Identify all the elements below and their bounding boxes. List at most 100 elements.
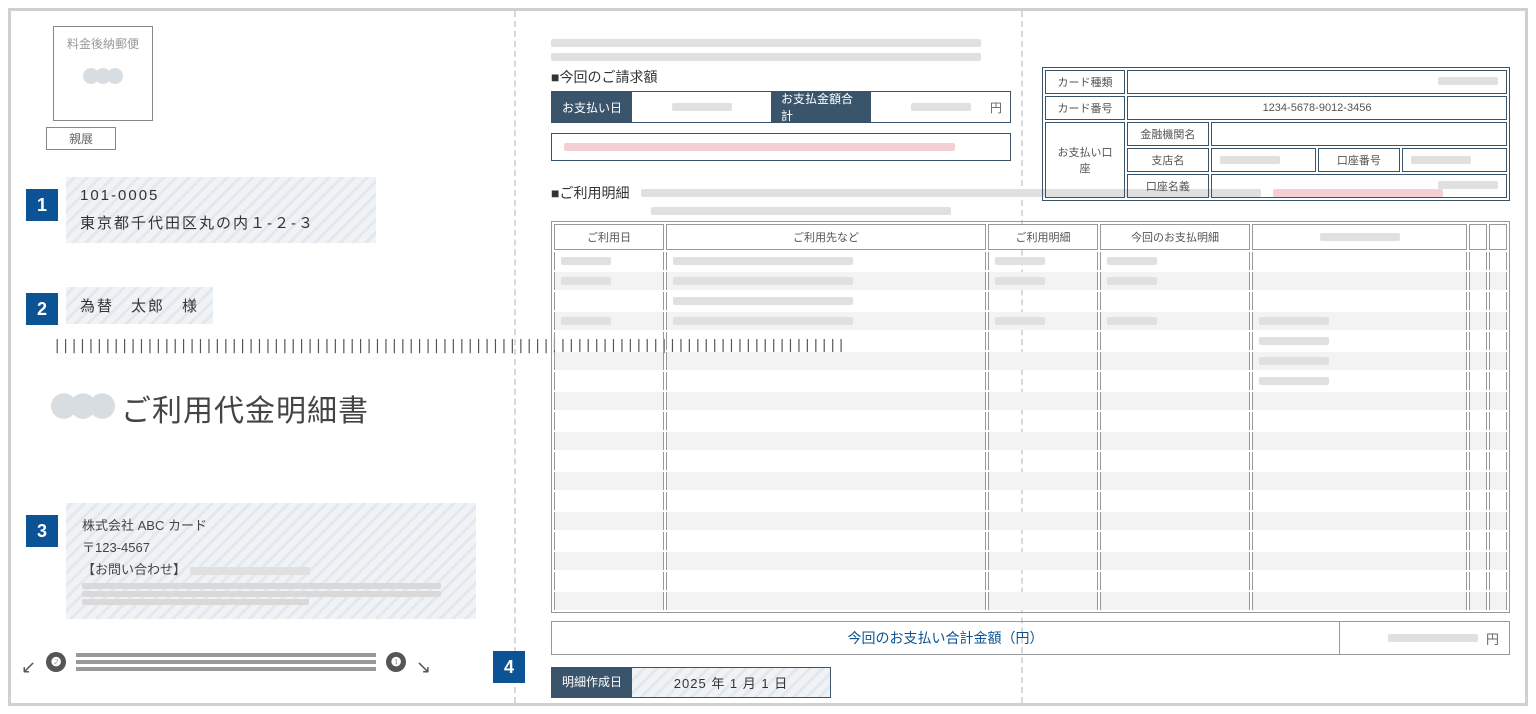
placeholder-line — [1107, 317, 1157, 325]
arrow-down-left-icon: ↙ — [416, 657, 431, 678]
marker-2: 2 — [26, 293, 58, 325]
table-row — [554, 252, 1507, 270]
placeholder-lines — [76, 653, 376, 671]
total-label: 今回のお支払い合計金額（円） — [552, 628, 1339, 648]
table-row — [554, 292, 1507, 310]
card-number-label: カード番号 — [1045, 96, 1125, 120]
table-row — [554, 272, 1507, 290]
col-merchant: ご利用先など — [666, 224, 986, 250]
table-row — [554, 472, 1507, 490]
table-row — [554, 312, 1507, 330]
created-value: 2025 年 1 月 1 日 — [632, 668, 830, 697]
bill-summary-row: お支払い日 お支払金額合計 円 — [551, 91, 1011, 123]
arrow-down-left-icon: ↙ — [21, 657, 36, 678]
detail-section-title: ■ご利用明細 — [551, 183, 629, 203]
table-row — [554, 412, 1507, 430]
total-row: 今回のお支払い合計金額（円） 円 — [551, 621, 1510, 655]
marker-3: 3 — [26, 515, 58, 547]
placeholder-line — [561, 317, 611, 325]
placeholder-line — [673, 257, 853, 265]
marker-1: 1 — [26, 189, 58, 221]
placeholder-line — [551, 39, 981, 47]
placeholder-line — [1220, 156, 1280, 164]
placeholder-line — [673, 277, 853, 285]
holder-label: 口座名義 — [1127, 174, 1209, 198]
placeholder-line — [1438, 77, 1498, 85]
table-row — [554, 432, 1507, 450]
placeholder-line — [82, 599, 309, 605]
card-info-table: カード種類 カード番号1234-5678-9012-3456 お支払い口座金融機… — [1042, 67, 1510, 201]
placeholder-line — [1107, 257, 1157, 265]
placeholder-line — [561, 277, 611, 285]
account-label: お支払い口座 — [1045, 122, 1125, 198]
placeholder-line — [82, 583, 441, 589]
bill-section-title: ■今回のご請求額 — [551, 67, 1011, 87]
circle-2: ❷ — [46, 652, 66, 672]
placeholder-line — [673, 297, 853, 305]
placeholder-line — [1259, 317, 1329, 325]
table-row — [554, 532, 1507, 550]
table-row — [554, 372, 1507, 390]
col-date: ご利用日 — [554, 224, 664, 250]
placeholder-line — [651, 207, 951, 215]
table-row — [554, 392, 1507, 410]
placeholder-line — [1438, 181, 1498, 189]
placeholder-line — [1259, 357, 1329, 365]
table-row — [554, 352, 1507, 370]
account-no-label: 口座番号 — [1318, 148, 1400, 172]
placeholder-line — [1107, 277, 1157, 285]
recipient-name: 為替 太郎 様 — [66, 287, 213, 324]
placeholder-line — [995, 317, 1045, 325]
table-row — [554, 332, 1507, 350]
postal-code: 101-0005 — [80, 187, 362, 204]
placeholder-line — [1320, 233, 1400, 241]
table-row — [554, 492, 1507, 510]
placeholder-line — [1259, 377, 1329, 385]
document-title: ご利用代金明細書 — [121, 386, 369, 430]
card-type-label: カード種類 — [1045, 70, 1125, 94]
placeholder-line — [82, 591, 441, 597]
placeholder-line — [995, 257, 1045, 265]
yen-unit: 円 — [990, 99, 1002, 116]
postage-stamp-box: 料金後納郵便 — [53, 26, 153, 121]
notice-box — [551, 133, 1011, 161]
created-date-row: 明細作成日 2025 年 1 月 1 日 — [551, 667, 831, 698]
bank-label: 金融機関名 — [1127, 122, 1209, 146]
company-name: 株式会社 ABC カード — [82, 515, 460, 537]
placeholder-line — [1259, 337, 1329, 345]
usage-detail-table: ご利用日 ご利用先など ご利用明細 今回のお支払明細 — [551, 221, 1510, 613]
company-block: 株式会社 ABC カード 〒123-4567 【お問い合わせ】 — [66, 503, 476, 619]
col-usage: ご利用明細 — [988, 224, 1098, 250]
company-postal: 〒123-4567 — [82, 537, 460, 559]
placeholder-line — [911, 103, 971, 111]
branch-label: 支店名 — [1127, 148, 1209, 172]
placeholder-line — [190, 567, 310, 575]
placeholder-line — [1411, 156, 1471, 164]
placeholder-line — [672, 103, 732, 111]
placeholder-line — [561, 257, 611, 265]
pay-date-label: お支払い日 — [552, 92, 632, 122]
table-row — [554, 512, 1507, 530]
placeholder-line — [551, 53, 981, 61]
created-label: 明細作成日 — [552, 668, 632, 697]
table-row — [554, 592, 1507, 610]
marker-4: 4 — [493, 651, 525, 683]
contact-label: 【お問い合わせ】 — [82, 562, 186, 577]
logo-dots-icon — [51, 393, 115, 423]
table-row — [554, 572, 1507, 590]
yen-unit: 円 — [1486, 629, 1499, 648]
col-this-pay: 今回のお支払明細 — [1100, 224, 1250, 250]
address-block: 101-0005 東京都千代田区丸の内１-２-３ — [66, 177, 376, 243]
placeholder-line — [995, 277, 1045, 285]
table-row — [554, 452, 1507, 470]
pay-total-label: お支払金額合計 — [771, 92, 871, 122]
address-line: 東京都千代田区丸の内１-２-３ — [80, 212, 362, 233]
circle-1: ❶ — [386, 652, 406, 672]
card-number-value: 1234-5678-9012-3456 — [1127, 96, 1507, 120]
logo-dots-icon — [83, 68, 123, 87]
confidential-label: 親展 — [46, 127, 116, 150]
placeholder-line — [564, 143, 955, 151]
placeholder-line — [673, 317, 853, 325]
postage-label: 料金後納郵便 — [58, 35, 148, 52]
placeholder-line — [1388, 634, 1478, 642]
